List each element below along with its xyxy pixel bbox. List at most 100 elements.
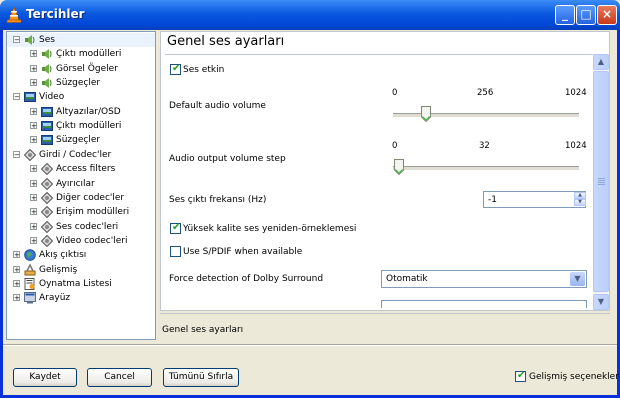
expand-icon[interactable]: + [30, 236, 37, 244]
spdif-label: Use S/PDIF when available [183, 247, 303, 257]
volume-step-label: Audio output volume step [169, 154, 286, 164]
volume-step-track [393, 166, 579, 171]
speaker-icon [24, 34, 36, 46]
expand-icon[interactable]: + [30, 165, 37, 173]
expand-icon[interactable]: + [30, 222, 37, 230]
tree-item-label: Oynatma Listesi [39, 278, 112, 289]
tree-item[interactable]: − Video [7, 90, 155, 104]
tree-item-label: Altyazılar/OSD [56, 106, 121, 117]
next-field-partial [381, 300, 587, 308]
tree-item-label: Ayırıcılar [56, 178, 95, 189]
tree-item[interactable]: + Video codec'leri [7, 234, 155, 248]
expand-icon[interactable]: + [30, 193, 37, 201]
advanced-options-checkbox[interactable]: ✔ [515, 370, 526, 382]
volume-step-slider[interactable] [393, 159, 404, 175]
expand-icon[interactable]: + [30, 107, 37, 115]
codec-icon [40, 234, 54, 248]
maximize-button[interactable]: □ [576, 5, 596, 25]
collapse-icon[interactable]: − [13, 36, 20, 44]
expand-icon[interactable]: + [30, 50, 37, 58]
collapse-icon[interactable]: − [13, 150, 20, 158]
reset-all-button[interactable]: Tümünü Sıfırla [163, 368, 239, 387]
tree-item[interactable]: + Altyazılar/OSD [7, 105, 155, 119]
video-icon [41, 120, 53, 132]
expand-icon[interactable]: + [30, 79, 37, 87]
video-icon [24, 91, 36, 103]
tree-item[interactable]: + Süzgeçler [7, 133, 155, 147]
tree-item[interactable]: − Ses [7, 33, 155, 47]
tree-item-label: Girdi / Codec'ler [39, 149, 112, 160]
expand-icon[interactable]: + [30, 208, 37, 216]
panel-scrollbar[interactable]: ▲ ▼ [593, 54, 609, 310]
video-icon [41, 134, 53, 146]
frequency-spinbox[interactable]: -1 [483, 191, 586, 208]
close-button[interactable]: × [597, 5, 617, 25]
preferences-tree: − Ses + Çıktı modülleri + Görsel Ögeler + Süzge… [6, 31, 156, 340]
cancel-button[interactable]: Cancel [87, 368, 152, 387]
tree-item[interactable]: + Diğer codec'ler [7, 191, 155, 205]
tree-item[interactable]: + Çıktı modülleri [7, 47, 155, 61]
save-button[interactable]: Kaydet [13, 368, 77, 387]
tree-item[interactable]: + Ses codec'leri [7, 220, 155, 234]
tree-item-label: Görsel Ögeler [56, 63, 118, 74]
tree-item[interactable]: + Access filters [7, 162, 155, 176]
expand-icon[interactable]: + [30, 179, 37, 187]
collapse-icon[interactable]: − [13, 93, 20, 101]
tree-item[interactable]: + Oynatma Listesi [7, 277, 155, 291]
expand-icon[interactable]: + [30, 122, 37, 130]
ses-etkin-label: Ses etkin [183, 65, 225, 75]
expand-icon[interactable]: + [13, 251, 20, 259]
resample-checkbox[interactable]: ✔ [170, 222, 181, 234]
grip-line [598, 178, 605, 179]
codec-icon [40, 191, 54, 205]
dolby-label: Force detection of Dolby Surround [169, 274, 324, 284]
tree-item[interactable]: + Akış çıktısı [7, 248, 155, 262]
minimize-button[interactable]: _ [555, 5, 575, 25]
expand-icon[interactable]: + [13, 294, 20, 302]
expand-icon[interactable]: + [30, 64, 37, 72]
dolby-value: Otomatik [386, 274, 428, 284]
tree-item-label: Access filters [56, 164, 116, 175]
tree-item-label: Video codec'leri [56, 235, 128, 246]
tree-item[interactable]: + Gelişmiş [7, 262, 155, 277]
footer-separator [3, 344, 617, 346]
ses-etkin-checkbox[interactable]: ✔ [170, 63, 181, 75]
tree-item-label: Akış çıktısı [39, 250, 87, 261]
spdif-checkbox[interactable] [170, 246, 181, 257]
scroll-up-button[interactable]: ▲ [593, 54, 609, 70]
tree-item[interactable]: + Erişim modülleri [7, 205, 155, 219]
expand-icon[interactable]: + [13, 265, 20, 273]
grip-line [598, 180, 605, 181]
frequency-down-button[interactable]: ▼ [574, 199, 586, 206]
description-text: Genel ses ayarları [162, 325, 244, 335]
tree-item[interactable]: + Çıktı modülleri [7, 119, 155, 133]
grip-line [598, 182, 605, 183]
chevron-down-icon[interactable]: ▼ [570, 272, 585, 286]
tree-item-label: Erişim modülleri [56, 207, 130, 218]
heading-divider [165, 54, 595, 55]
scroll-thumb[interactable] [593, 71, 609, 292]
tree-item[interactable]: + Süzgeçler [7, 76, 155, 90]
frequency-label: Ses çıktı frekansı (Hz) [169, 195, 267, 205]
tree-item-label: Süzgeçler [56, 135, 101, 146]
codec-icon [40, 220, 54, 233]
frequency-up-button[interactable]: ▲ [574, 192, 586, 199]
title-bar: Tercihler _ □ × [0, 0, 620, 30]
checkmark-icon: ✔ [172, 63, 181, 74]
expand-icon[interactable]: + [13, 279, 20, 287]
tree-item[interactable]: + Ayırıcılar [7, 177, 155, 191]
step-tick-mid: 32 [479, 141, 490, 151]
description-area: Genel ses ayarları [160, 313, 610, 341]
tree-item-label: Arayüz [39, 293, 71, 304]
expand-icon[interactable]: + [30, 136, 37, 144]
speaker-icon [41, 63, 53, 75]
scroll-down-button[interactable]: ▼ [593, 294, 609, 310]
tree-item[interactable]: − Girdi / Codec'ler [7, 148, 155, 162]
default-volume-slider[interactable] [421, 106, 432, 122]
volume-tick-max: 1024 [565, 88, 587, 98]
speaker-icon [41, 77, 53, 89]
dolby-select[interactable]: Otomatik ▼ [381, 270, 587, 288]
tree-item-label: Çıktı modülleri [56, 121, 122, 132]
tree-item[interactable]: + Arayüz [7, 291, 155, 305]
tree-item[interactable]: + Görsel Ögeler [7, 62, 155, 76]
